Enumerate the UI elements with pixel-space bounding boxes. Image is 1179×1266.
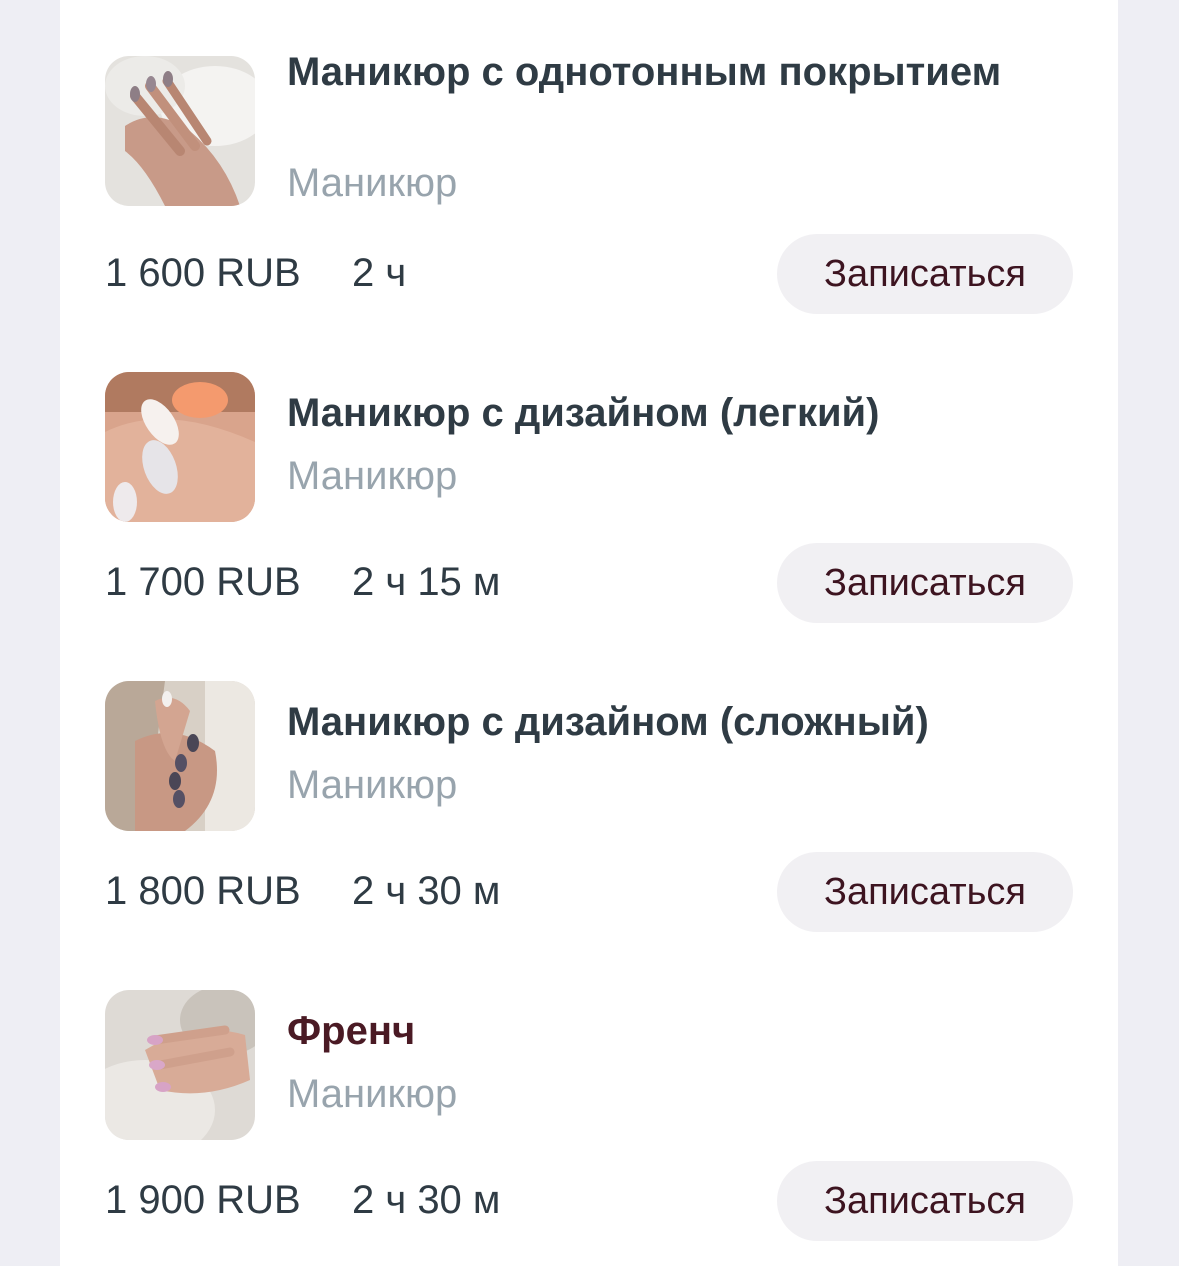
book-button[interactable]: Записаться — [777, 852, 1073, 932]
service-title: Френч — [287, 1009, 416, 1053]
service-price: 1 600 RUB — [105, 251, 301, 295]
service-title: Маникюр с дизайном (сложный) — [287, 700, 929, 744]
service-price: 1 900 RUB — [105, 1178, 301, 1222]
services-list: Маникюр с однотонным покрытием Маникюр 1… — [60, 0, 1118, 1266]
service-category: Маникюр — [287, 161, 458, 205]
service-duration: 2 ч 30 м — [352, 1178, 501, 1222]
service-duration: 2 ч 15 м — [352, 560, 501, 604]
service-title: Маникюр с дизайном (легкий) — [287, 391, 880, 435]
book-button[interactable]: Записаться — [777, 234, 1073, 314]
service-photo — [105, 681, 255, 831]
service-duration: 2 ч 30 м — [352, 869, 501, 913]
service-price: 1 700 RUB — [105, 560, 301, 604]
service-category: Маникюр — [287, 763, 458, 807]
service-title: Маникюр с однотонным покрытием — [287, 50, 1002, 94]
service-duration: 2 ч — [352, 251, 407, 295]
book-button[interactable]: Записаться — [777, 1161, 1073, 1241]
book-button[interactable]: Записаться — [777, 543, 1073, 623]
service-price: 1 800 RUB — [105, 869, 301, 913]
service-category: Маникюр — [287, 1072, 458, 1116]
service-category: Маникюр — [287, 454, 458, 498]
service-photo — [105, 990, 255, 1140]
service-photo — [105, 56, 255, 206]
service-photo — [105, 372, 255, 522]
